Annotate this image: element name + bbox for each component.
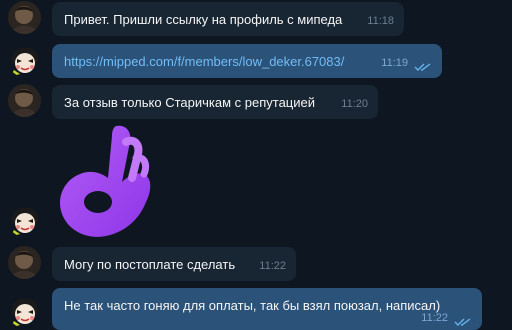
message-time: 11:22 bbox=[421, 312, 448, 324]
partner-avatar[interactable] bbox=[8, 84, 41, 117]
own-avatar[interactable] bbox=[8, 295, 41, 328]
message-bubble[interactable]: https://mipped.com/f/members/low_deker.6… bbox=[52, 44, 442, 78]
message-bubble[interactable]: За отзыв только Старичкам с репутацией 1… bbox=[52, 85, 378, 119]
own-avatar[interactable] bbox=[8, 44, 41, 77]
message-time: 11:19 bbox=[381, 57, 408, 69]
double-check-icon bbox=[414, 63, 431, 71]
chat-history: Привет. Пришли ссылку на профиль с мипед… bbox=[0, 0, 512, 330]
own-avatar[interactable] bbox=[8, 204, 41, 237]
message-text: Не так часто гоняю для оплаты, так бы вз… bbox=[64, 298, 441, 313]
message-bubble[interactable]: Привет. Пришли ссылку на профиль с мипед… bbox=[52, 2, 404, 36]
message-text: Могу по постоплате сделать bbox=[64, 257, 236, 272]
message-bubble[interactable]: Не так часто гоняю для оплаты, так бы вз… bbox=[52, 288, 482, 330]
ok-hand-sticker[interactable] bbox=[56, 122, 160, 242]
message-time: 11:18 bbox=[367, 15, 394, 27]
partner-avatar[interactable] bbox=[8, 1, 41, 34]
double-check-icon bbox=[454, 318, 471, 326]
message-bubble[interactable]: Могу по постоплате сделать 11:22 bbox=[52, 247, 296, 281]
message-text: За отзыв только Старичкам с репутацией bbox=[64, 95, 315, 110]
message-time: 11:22 bbox=[259, 260, 286, 272]
partner-avatar[interactable] bbox=[8, 246, 41, 279]
profile-link[interactable]: https://mipped.com/f/members/low_deker.6… bbox=[64, 53, 344, 70]
message-text: Привет. Пришли ссылку на профиль с мипед… bbox=[64, 12, 343, 27]
message-time: 11:20 bbox=[341, 98, 368, 110]
